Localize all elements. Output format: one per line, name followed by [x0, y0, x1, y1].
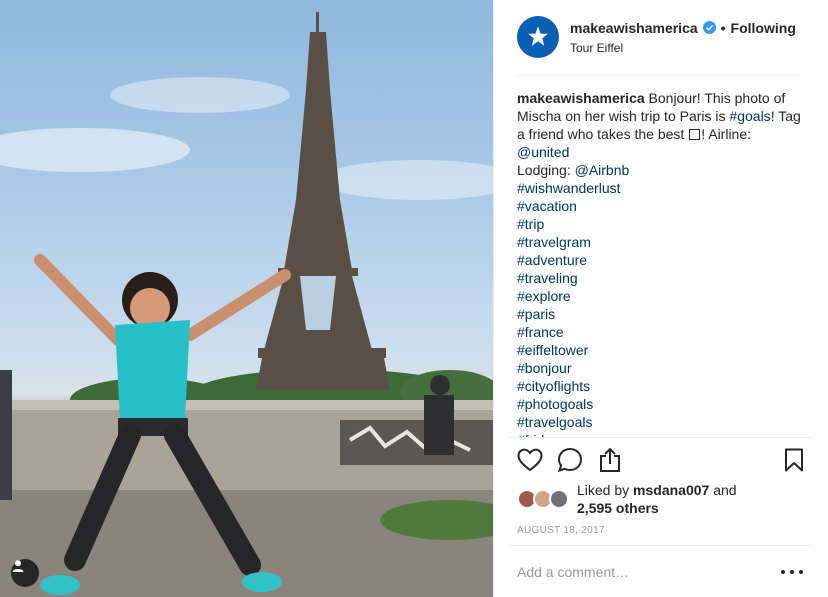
- hashtag-link[interactable]: #france: [517, 323, 807, 341]
- header-separator: •: [720, 19, 726, 36]
- comment-input[interactable]: [517, 562, 747, 582]
- eiffel-tower: [256, 12, 390, 390]
- divider: [509, 437, 814, 438]
- verified-badge-icon: [702, 21, 716, 34]
- mention-link[interactable]: @united: [517, 143, 807, 161]
- hashtag-link[interactable]: #travelgram: [517, 233, 807, 251]
- user-tag-button[interactable]: [11, 559, 39, 587]
- likes-summary: Liked by msdana007 and 2,595 others: [517, 481, 807, 517]
- hashtag-list: #wishwanderlust #vacation #trip #travelgram…: [517, 179, 807, 438]
- caption: makeawishamerica Bonjour! This photo of …: [517, 89, 807, 438]
- share-icon: [600, 447, 620, 472]
- likes-prefix: Liked by: [577, 482, 630, 498]
- action-bar: [517, 447, 807, 475]
- mention-link[interactable]: @Airbnb: [575, 162, 630, 178]
- caption-text: ! Airline:: [701, 126, 752, 142]
- comment-button[interactable]: [557, 447, 583, 473]
- caption-username[interactable]: makeawishamerica: [517, 90, 645, 106]
- post-details-panel: makeawishamerica • Following Tour Eiffel…: [493, 0, 828, 597]
- bookmark-icon: [785, 448, 803, 472]
- hashtag-link[interactable]: #wishwanderlust: [517, 179, 807, 197]
- heart-icon: [517, 448, 543, 472]
- caption-line: Lodging: @Airbnb: [517, 161, 807, 179]
- hashtag-link[interactable]: #traveling: [517, 269, 807, 287]
- liker-avatars[interactable]: [517, 489, 571, 509]
- divider: [509, 545, 814, 546]
- hashtag-link[interactable]: #trip: [517, 215, 807, 233]
- hashtag-link[interactable]: #paris: [517, 305, 807, 323]
- post-author-username[interactable]: makeawishamerica: [570, 20, 698, 36]
- more-options-button[interactable]: [781, 564, 803, 580]
- liker-username[interactable]: msdana007: [633, 482, 709, 498]
- hashtag-link[interactable]: #adventure: [517, 251, 807, 269]
- hashtag-link[interactable]: #explore: [517, 287, 807, 305]
- save-button[interactable]: [781, 447, 807, 473]
- hashtag-link[interactable]: #photogoals: [517, 395, 807, 413]
- more-options-icon: [781, 570, 785, 574]
- hashtag-link[interactable]: #bonjour: [517, 359, 807, 377]
- like-button[interactable]: [517, 447, 543, 473]
- post-location[interactable]: Tour Eiffel: [570, 41, 796, 55]
- comment-icon: [557, 447, 583, 473]
- user-tag-icon: [12, 560, 24, 572]
- photo-illustration: [0, 12, 493, 597]
- likes-text: Liked by msdana007 and 2,595 others: [577, 481, 737, 517]
- following-button[interactable]: Following: [731, 20, 796, 36]
- hashtag-link[interactable]: #goals: [729, 108, 770, 124]
- post-photo[interactable]: [0, 0, 493, 597]
- share-button[interactable]: [597, 447, 623, 473]
- likes-conjunction: and: [713, 482, 737, 498]
- post-header: makeawishamerica • Following Tour Eiffel: [517, 16, 799, 58]
- avatar: [549, 489, 569, 509]
- star-logo-icon: [528, 26, 548, 46]
- avatar[interactable]: [517, 16, 559, 58]
- likes-count[interactable]: 2,595 others: [577, 500, 659, 516]
- post-date[interactable]: AUGUST 18, 2017: [517, 525, 605, 536]
- hashtag-link[interactable]: #vacation: [517, 197, 807, 215]
- hashtag-link[interactable]: #travelgoals: [517, 413, 807, 431]
- hashtag-link[interactable]: #cityoflights: [517, 377, 807, 395]
- hashtag-link[interactable]: #eiffeltower: [517, 341, 807, 359]
- emoji-placeholder-icon: [689, 129, 701, 140]
- caption-text: Lodging:: [517, 162, 571, 178]
- divider: [517, 75, 799, 76]
